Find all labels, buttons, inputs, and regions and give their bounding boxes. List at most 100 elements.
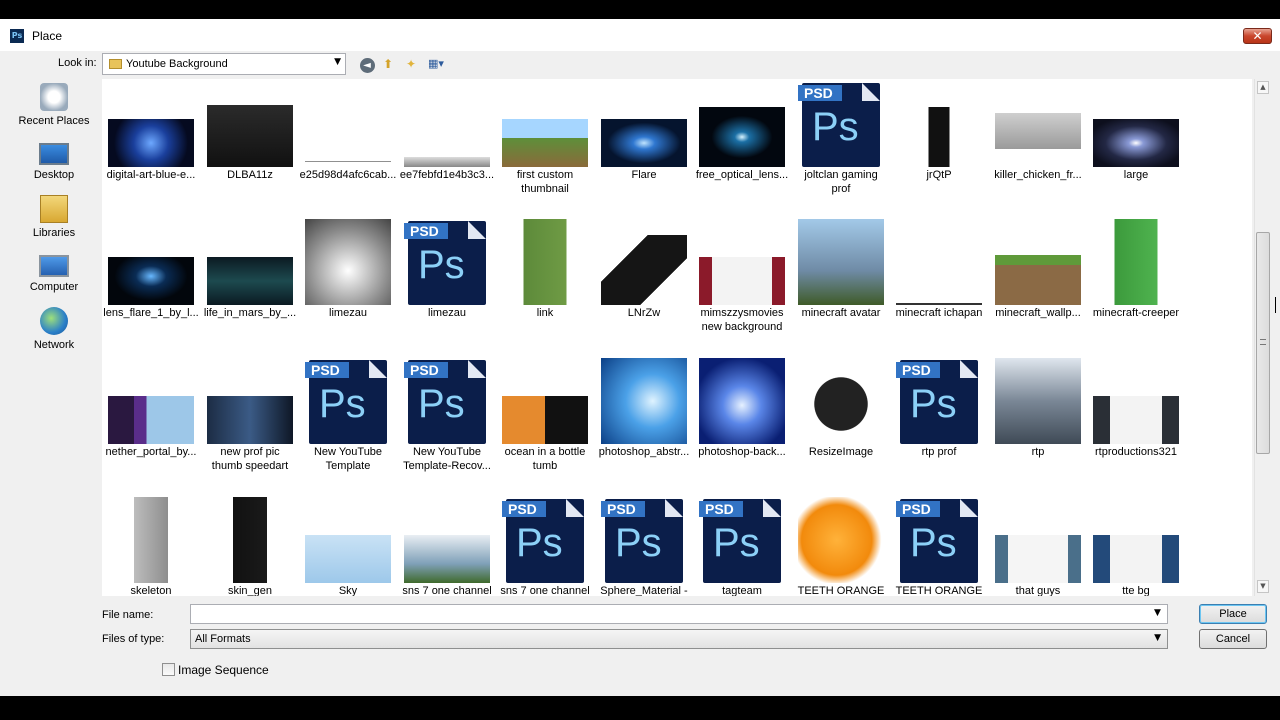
place-recent-places[interactable]: Recent Places: [12, 83, 96, 135]
file-thumbnail: [601, 235, 687, 305]
scroll-down-button[interactable]: ▼: [1257, 580, 1269, 593]
psd-badge: PSD: [404, 223, 448, 239]
file-name-line: thumbnail: [521, 183, 569, 195]
file-item[interactable]: PSD Ps rtp prof: [890, 358, 988, 497]
file-name: ResizeImage: [792, 445, 890, 459]
new-folder-button[interactable]: ✦: [402, 55, 420, 73]
psd-file-icon: PSD Ps: [896, 497, 982, 583]
file-item[interactable]: PSD Ps New YouTube Template: [299, 358, 397, 497]
page-fold: [468, 360, 486, 378]
file-item[interactable]: Sky: [299, 497, 397, 596]
file-item[interactable]: PSD Ps limezau: [398, 219, 496, 358]
file-item[interactable]: ResizeImage: [792, 358, 890, 497]
file-item[interactable]: minecraft ichapan: [890, 219, 988, 358]
view-menu-button[interactable]: ▦▾: [424, 55, 448, 73]
file-item[interactable]: rtp: [989, 358, 1087, 497]
close-button[interactable]: ✕: [1243, 28, 1272, 44]
file-name-line: Flare: [631, 169, 657, 181]
scroll-thumb[interactable]: [1256, 232, 1270, 454]
place-libraries[interactable]: Libraries: [12, 195, 96, 247]
file-item[interactable]: new prof pic thumb speedart: [201, 358, 299, 497]
file-name: link: [496, 306, 594, 320]
cancel-button[interactable]: Cancel: [1199, 629, 1267, 649]
file-thumbnail: [305, 219, 391, 305]
look-in-dropdown[interactable]: Youtube Background ▼: [102, 53, 346, 75]
ps-logo: Ps: [812, 105, 859, 149]
file-item[interactable]: LNrZw: [595, 219, 693, 358]
file-item[interactable]: large: [1087, 81, 1185, 220]
file-thumbnail: [502, 396, 588, 444]
file-item[interactable]: minecraft_wallp...: [989, 219, 1087, 358]
file-thumbnail: [896, 107, 982, 167]
file-item[interactable]: killer_chicken_fr...: [989, 81, 1087, 220]
file-thumbnail: [502, 119, 588, 167]
mouse-cursor-icon: [1275, 297, 1278, 313]
psd-badge: PSD: [404, 362, 448, 378]
file-item[interactable]: lens_flare_1_by_l...: [102, 219, 200, 358]
scroll-up-button[interactable]: ▲: [1257, 81, 1269, 94]
place-desktop[interactable]: Desktop: [12, 139, 96, 191]
file-item[interactable]: minecraft-creeper: [1087, 219, 1185, 358]
file-item[interactable]: sns 7 one channel: [398, 497, 496, 596]
file-item[interactable]: free_optical_lens...: [693, 81, 791, 220]
file-item[interactable]: PSD Ps Sphere_Material -Default Texture: [595, 497, 693, 596]
file-name: e25d98d4afc6cab...: [299, 168, 397, 182]
file-item[interactable]: DLBA11z: [201, 81, 299, 220]
files-of-type-dropdown[interactable]: All Formats ▼: [190, 629, 1168, 649]
image-sequence-checkbox[interactable]: [162, 663, 175, 676]
up-folder-icon: ⬆: [382, 57, 394, 71]
file-item[interactable]: jrQtP: [890, 81, 988, 220]
file-name: limezau: [299, 306, 397, 320]
file-item[interactable]: photoshop-back...: [693, 358, 791, 497]
file-item[interactable]: rtproductions321: [1087, 358, 1185, 497]
file-item[interactable]: Flare: [595, 81, 693, 220]
place-button[interactable]: Place: [1199, 604, 1267, 624]
file-name-line: tumb: [532, 460, 558, 472]
file-item[interactable]: life_in_mars_by_...: [201, 219, 299, 358]
file-item[interactable]: PSD Ps TEETH ORANGE: [890, 497, 988, 596]
file-item[interactable]: skin_gen: [201, 497, 299, 596]
file-item[interactable]: minecraft avatar: [792, 219, 890, 358]
file-name: Sky: [299, 584, 397, 596]
file-name: nether_portal_by...: [102, 445, 200, 459]
file-item[interactable]: ee7febfd1e4b3c3...: [398, 81, 496, 220]
file-item[interactable]: that guysminecraft ...: [989, 497, 1087, 596]
file-thumbnail: [995, 535, 1081, 583]
file-item[interactable]: nether_portal_by...: [102, 358, 200, 497]
back-arrow-icon: ◄: [359, 58, 375, 73]
place-network[interactable]: Network: [12, 307, 96, 359]
page-fold: [369, 360, 387, 378]
file-item[interactable]: TEETH ORANGE: [792, 497, 890, 596]
file-item[interactable]: e25d98d4afc6cab...: [299, 81, 397, 220]
vertical-scrollbar[interactable]: ▲ ▼: [1254, 79, 1270, 596]
file-item[interactable]: PSD Ps joltclan gaming prof: [792, 81, 890, 220]
file-item[interactable]: PSD Ps sns 7 one channel: [496, 497, 594, 596]
file-item[interactable]: mimszzysmovies new background: [693, 219, 791, 358]
file-name: skeleton: [102, 584, 200, 596]
file-name-input[interactable]: [190, 604, 1168, 624]
file-item[interactable]: photoshop_abstr...: [595, 358, 693, 497]
back-button[interactable]: ◄: [359, 55, 375, 73]
file-item[interactable]: tte bg: [1087, 497, 1185, 596]
view-menu-icon: ▦▾: [428, 57, 444, 70]
psd-badge: PSD: [305, 362, 349, 378]
up-folder-button[interactable]: ⬆: [379, 55, 397, 73]
file-item[interactable]: limezau: [299, 219, 397, 358]
file-item[interactable]: PSD Ps New YouTube Template-Recov...: [398, 358, 496, 497]
file-item[interactable]: link: [496, 219, 594, 358]
desktop-icon: [39, 143, 69, 165]
file-name: tagteam: [693, 584, 791, 596]
place-computer[interactable]: Computer: [12, 251, 96, 303]
chevron-down-icon[interactable]: ▼: [1154, 608, 1161, 618]
file-item[interactable]: ocean in a bottle tumb: [496, 358, 594, 497]
file-name: sns 7 one channel: [496, 584, 594, 596]
file-thumbnail: [305, 157, 391, 167]
file-item[interactable]: skeleton: [102, 497, 200, 596]
psd-badge: PSD: [896, 362, 940, 378]
file-item[interactable]: PSD Ps tagteam: [693, 497, 791, 596]
file-thumbnail: [305, 535, 391, 583]
file-item[interactable]: digital-art-blue-e...: [102, 81, 200, 220]
file-item[interactable]: first custom thumbnail: [496, 81, 594, 220]
file-name-line: ocean in a bottle: [504, 446, 586, 458]
computer-icon: [39, 255, 69, 277]
